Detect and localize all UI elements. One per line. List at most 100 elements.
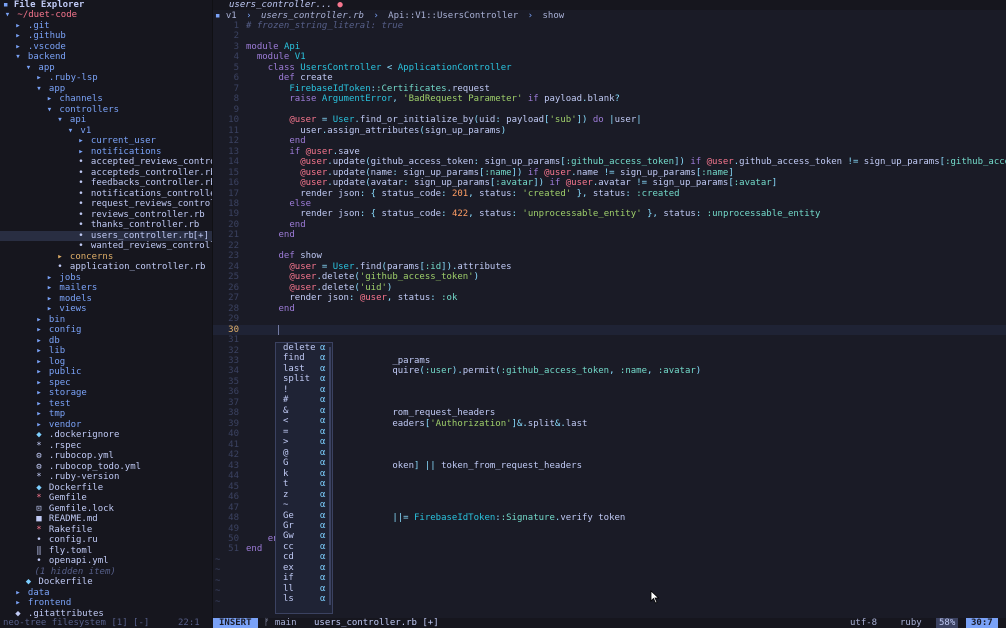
tree-file[interactable]: ⊡ Gemfile.lock bbox=[0, 504, 212, 515]
completion-item[interactable]: ls α bbox=[276, 594, 332, 604]
code-line[interactable]: 8 raise ArgumentError, 'BadRequest Param… bbox=[213, 94, 1006, 104]
tree-file[interactable]: • users_controller.rb [+] bbox=[0, 230, 212, 241]
tree-folder[interactable]: ▾ v1 bbox=[0, 126, 212, 137]
completion-item[interactable]: tα bbox=[276, 479, 332, 489]
tree-file[interactable]: ⚙ .rubocop_todo.yml bbox=[0, 462, 212, 473]
code-line[interactable]: 9 bbox=[213, 105, 1006, 115]
tree-folder[interactable]: ▸ bin bbox=[0, 315, 212, 326]
tree-file[interactable]: • wanted_reviews_controll bbox=[0, 241, 212, 252]
tree-file[interactable]: • reviews_controller.rb bbox=[0, 210, 212, 221]
tree-folder[interactable]: ▸ notifications bbox=[0, 147, 212, 158]
completion-item[interactable]: delete α bbox=[276, 343, 332, 353]
completion-item[interactable]: & α bbox=[276, 406, 332, 416]
completion-item[interactable]: find α bbox=[276, 353, 332, 363]
code-line[interactable]: 2 bbox=[213, 31, 1006, 41]
code-line[interactable]: 28 end bbox=[213, 304, 1006, 314]
code-line[interactable]: 22 bbox=[213, 241, 1006, 251]
code-line[interactable]: 14 @user.update(github_access_token: sig… bbox=[213, 157, 1006, 167]
code-line[interactable]: 21 end bbox=[213, 230, 1006, 240]
tree-folder[interactable]: ▸ config bbox=[0, 325, 212, 336]
completion-item[interactable]: cc α bbox=[276, 542, 332, 552]
breadcrumb-method[interactable]: show bbox=[542, 11, 564, 21]
tree-folder[interactable]: ▸ mailers bbox=[0, 283, 212, 294]
tree-file[interactable]: • notifications_controlle bbox=[0, 189, 212, 200]
tree-file[interactable]: * .rspec bbox=[0, 441, 212, 452]
code-line[interactable]: 26 @user.delete('uid') bbox=[213, 283, 1006, 293]
code-line[interactable]: 5 class UsersController < ApplicationCon… bbox=[213, 63, 1006, 73]
completion-item[interactable]: Ge α bbox=[276, 511, 332, 521]
code-line[interactable]: 25 @user.delete('github_access_token') bbox=[213, 272, 1006, 282]
tree-folder[interactable]: ▸ vendor bbox=[0, 420, 212, 431]
code-line[interactable]: 19 render json: { status_code: 422, stat… bbox=[213, 209, 1006, 219]
tree-folder[interactable]: ▸ .vscode bbox=[0, 42, 212, 53]
buffer-tab[interactable]: users_controller... bbox=[229, 0, 332, 10]
completion-menu[interactable]: delete α find α last α split α! α # α & α < α = α > α @ α Gα k… bbox=[275, 342, 333, 614]
code-line[interactable]: 6 def create bbox=[213, 73, 1006, 83]
code-line[interactable]: 3 module Api bbox=[213, 42, 1006, 52]
tree-folder[interactable]: ▾ backend bbox=[0, 52, 212, 63]
tree-file[interactable]: * Rakefile bbox=[0, 525, 212, 536]
tree-folder[interactable]: ▾ api bbox=[0, 115, 212, 126]
code-line[interactable]: 1 # frozen_string_literal: true bbox=[213, 21, 1006, 31]
code-line[interactable]: 13 if @user.save bbox=[213, 147, 1006, 157]
completion-item[interactable]: ll α bbox=[276, 584, 332, 594]
tree-folder[interactable]: ▸ frontend bbox=[0, 598, 212, 609]
completion-item[interactable]: Gr α bbox=[276, 521, 332, 531]
tree-file[interactable]: • openapi.yml bbox=[0, 556, 212, 567]
tree-folder[interactable]: ▸ test bbox=[0, 399, 212, 410]
breadcrumb-dir[interactable]: v1 bbox=[226, 11, 237, 21]
tree-folder[interactable]: ▸ .github bbox=[0, 31, 212, 42]
tree-folder[interactable]: ▸ data bbox=[0, 588, 212, 599]
tree-file[interactable]: * Gemfile bbox=[0, 493, 212, 504]
completion-item[interactable]: kα bbox=[276, 469, 332, 479]
tree-folder[interactable]: ▸ jobs bbox=[0, 273, 212, 284]
code-line[interactable]: 17 render json: { status_code: 201, stat… bbox=[213, 189, 1006, 199]
tree-folder[interactable]: ▸ log bbox=[0, 357, 212, 368]
completion-item[interactable]: Gw α bbox=[276, 531, 332, 541]
tree-folder[interactable]: ▾ controllers bbox=[0, 105, 212, 116]
tree-folder[interactable]: ▾ ~/duet-code bbox=[0, 10, 212, 21]
tree-file[interactable]: * .ruby-version bbox=[0, 472, 212, 483]
completion-item[interactable]: ~ α bbox=[276, 500, 332, 510]
code-line[interactable]: 15 @user.update(name: sign_up_params[:na… bbox=[213, 168, 1006, 178]
file-tree[interactable]: ▾ ~/duet-code ▸ .git ▸ .github ▸ .vscode ▾ b… bbox=[0, 10, 212, 618]
tree-folder[interactable]: ▾ app bbox=[0, 84, 212, 95]
completion-scrollbar[interactable] bbox=[329, 347, 331, 605]
file-explorer-panel[interactable]: ▪ File Explorer ▾ ~/duet-code ▸ .git ▸ .gi… bbox=[0, 0, 212, 618]
completion-item[interactable]: @ α bbox=[276, 448, 332, 458]
code-line[interactable]: 11 user.assign_attributes(sign_up_params… bbox=[213, 126, 1006, 136]
tree-file[interactable]: ◆ .dockerignore bbox=[0, 430, 212, 441]
tree-file[interactable]: • application_controller.rb bbox=[0, 262, 212, 273]
breadcrumb-class[interactable]: Api::V1::UsersController bbox=[388, 11, 518, 21]
tree-file[interactable]: • accepted_reviews_contro bbox=[0, 157, 212, 168]
tree-folder[interactable]: ▸ storage bbox=[0, 388, 212, 399]
tree-folder[interactable]: ▸ spec bbox=[0, 378, 212, 389]
tree-folder[interactable]: ▸ tmp bbox=[0, 409, 212, 420]
tree-file[interactable]: ◆ Dockerfile bbox=[0, 577, 212, 588]
tree-file[interactable]: • accepteds_controller.rb bbox=[0, 168, 212, 179]
code-line[interactable]: 18 else bbox=[213, 199, 1006, 209]
tree-folder[interactable]: ▸ views bbox=[0, 304, 212, 315]
tree-file[interactable]: ⚙ .rubocop.yml bbox=[0, 451, 212, 462]
completion-item[interactable]: split α bbox=[276, 374, 332, 384]
code-line[interactable]: 4 module V1 bbox=[213, 52, 1006, 62]
tree-file[interactable]: ◆ Dockerfile bbox=[0, 483, 212, 494]
code-line[interactable]: 10 @user = User.find_or_initialize_by(ui… bbox=[213, 115, 1006, 125]
tree-folder[interactable]: ▸ .ruby-lsp bbox=[0, 73, 212, 84]
completion-item[interactable]: > α bbox=[276, 437, 332, 447]
tree-folder[interactable]: ▾ app bbox=[0, 63, 212, 74]
tree-file[interactable]: ◆ .gitattributes bbox=[0, 609, 212, 619]
code-line[interactable]: 20 end bbox=[213, 220, 1006, 230]
tree-folder[interactable]: ▸ public bbox=[0, 367, 212, 378]
tree-folder[interactable]: ▸ models bbox=[0, 294, 212, 305]
completion-item[interactable]: if α bbox=[276, 573, 332, 583]
completion-item[interactable]: # α bbox=[276, 395, 332, 405]
tree-file[interactable]: • thanks_controller.rb bbox=[0, 220, 212, 231]
completion-item[interactable]: cd α bbox=[276, 552, 332, 562]
tree-folder[interactable]: ▸ lib bbox=[0, 346, 212, 357]
code-line[interactable]: 7 FirebaseIdToken::Certificates.request bbox=[213, 84, 1006, 94]
code-line[interactable]: 27 render json: @user, status: :ok bbox=[213, 293, 1006, 303]
tree-folder[interactable]: ▸ channels bbox=[0, 94, 212, 105]
completion-item[interactable]: = α bbox=[276, 427, 332, 437]
completion-item[interactable]: last α bbox=[276, 364, 332, 374]
